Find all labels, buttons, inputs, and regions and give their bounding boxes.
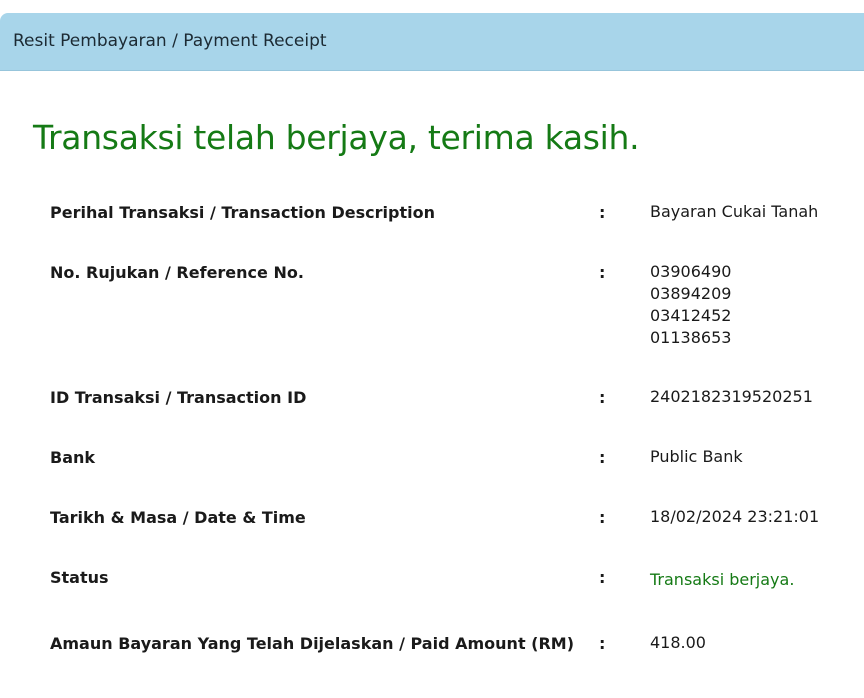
reference-number: 03894209 <box>650 284 732 303</box>
bank-label: Bank <box>50 448 96 467</box>
receipt-header: Resit Pembayaran / Payment Receipt <box>0 13 864 71</box>
amount-label: Amaun Bayaran Yang Telah Dijelaskan / Pa… <box>50 634 575 653</box>
amount-value: 418.00 <box>650 633 706 652</box>
status-colon: : <box>599 568 606 587</box>
datetime-label: Tarikh & Masa / Date & Time <box>50 508 306 527</box>
description-colon: : <box>599 203 606 222</box>
bank-colon: : <box>599 448 606 467</box>
status-label: Status <box>50 568 109 587</box>
receipt-title: Resit Pembayaran / Payment Receipt <box>13 31 327 51</box>
reference-label: No. Rujukan / Reference No. <box>50 263 304 282</box>
transaction-id-colon: : <box>599 388 606 407</box>
transaction-id-value: 2402182319520251 <box>650 387 813 406</box>
description-label: Perihal Transaksi / Transaction Descript… <box>50 203 435 222</box>
datetime-colon: : <box>599 508 606 527</box>
reference-number: 01138653 <box>650 328 732 347</box>
bank-value: Public Bank <box>650 447 743 466</box>
reference-value-list: 03906490 03894209 03412452 01138653 <box>650 261 731 349</box>
transaction-id-label: ID Transaksi / Transaction ID <box>50 388 307 407</box>
success-headline: Transaksi telah berjaya, terima kasih. <box>33 118 640 157</box>
reference-colon: : <box>599 263 606 282</box>
reference-number: 03906490 <box>650 262 732 281</box>
description-value: Bayaran Cukai Tanah <box>650 202 819 221</box>
reference-number: 03412452 <box>650 306 732 325</box>
status-value: Transaksi berjaya. <box>650 570 795 589</box>
amount-colon: : <box>599 634 606 653</box>
datetime-value: 18/02/2024 23:21:01 <box>650 507 820 526</box>
